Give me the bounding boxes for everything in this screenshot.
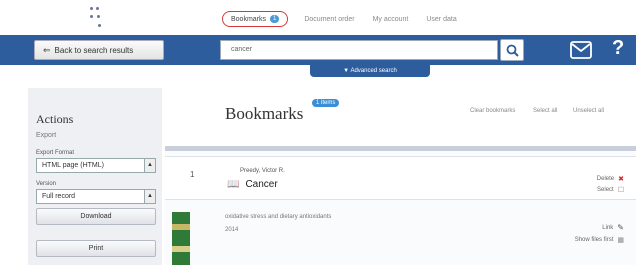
export-format-select[interactable]: HTML page (HTML) ▲ bbox=[36, 158, 156, 173]
page-title: Bookmarks bbox=[225, 104, 304, 123]
search-input[interactable]: cancer bbox=[220, 40, 498, 60]
delete-label: Delete bbox=[596, 176, 615, 182]
help-icon[interactable]: ? bbox=[612, 37, 624, 60]
show-files-label: Show files first bbox=[574, 237, 614, 243]
items-count-badge: 1 items bbox=[312, 99, 340, 107]
bookmark-count-badge: 1 bbox=[270, 15, 280, 23]
back-to-results-label: Back to search results bbox=[54, 45, 134, 55]
topnav-my-account[interactable]: My account bbox=[373, 16, 409, 23]
logo[interactable] bbox=[90, 4, 120, 32]
topnav-document-order[interactable]: Document order bbox=[304, 16, 354, 23]
export-link[interactable]: Export bbox=[36, 132, 56, 139]
record-title[interactable]: 📖 Cancer bbox=[227, 179, 278, 190]
chevron-down-icon: ▲ bbox=[144, 159, 155, 172]
show-files-action[interactable]: Show files first ▦ bbox=[575, 236, 624, 244]
back-to-results-button[interactable]: ⇐ Back to search results bbox=[34, 40, 164, 60]
version-value: Full record bbox=[42, 193, 76, 200]
select-label: Select bbox=[597, 187, 614, 193]
record-author[interactable]: Preedy, Victor R. bbox=[240, 168, 285, 174]
actions-sidebar: Actions Export Export Format HTML page (… bbox=[28, 88, 162, 265]
link-label: Link bbox=[602, 224, 614, 231]
version-select[interactable]: Full record ▲ bbox=[36, 189, 156, 204]
record-number: 1 bbox=[190, 170, 195, 179]
advanced-search-toggle[interactable]: ▼ Advanced search bbox=[310, 65, 430, 77]
select-action[interactable]: Select ☐ bbox=[597, 186, 624, 194]
topnav-bookmarks-label: Bookmarks bbox=[231, 15, 267, 23]
book-cover-thumbnail[interactable] bbox=[172, 212, 190, 265]
delete-action[interactable]: Delete ✖ bbox=[597, 175, 624, 183]
version-label: Version bbox=[36, 181, 57, 187]
actions-title: Actions bbox=[36, 112, 74, 126]
unselect-all-link[interactable]: Unselect all bbox=[573, 108, 604, 114]
search-button[interactable] bbox=[500, 39, 524, 61]
record-year: 2014 bbox=[225, 227, 239, 233]
top-nav: Bookmarks 1 Document order My account Us… bbox=[222, 9, 475, 29]
export-format-value: HTML page (HTML) bbox=[42, 162, 104, 169]
record-title-text: Cancer bbox=[245, 179, 278, 190]
download-button[interactable]: Download bbox=[36, 208, 156, 225]
list-item: 1 Preedy, Victor R. 📖 Cancer Delete ✖ Se… bbox=[165, 156, 636, 200]
link-icon: ✎ bbox=[617, 223, 624, 232]
search-icon bbox=[506, 44, 519, 57]
export-format-label: Export Format bbox=[36, 150, 75, 156]
chevron-down-icon: ▲ bbox=[144, 190, 155, 203]
topnav-user-data[interactable]: User data bbox=[426, 16, 456, 23]
top-strip: Bookmarks 1 Document order My account Us… bbox=[0, 0, 636, 35]
mail-icon[interactable] bbox=[570, 41, 592, 59]
record-subtitle[interactable]: oxidative stress and dietary antioxidant… bbox=[225, 214, 331, 220]
delete-icon: ✖ bbox=[618, 176, 624, 183]
checkbox-icon: ☐ bbox=[617, 187, 624, 194]
back-arrow-icon: ⇐ bbox=[43, 44, 51, 55]
search-bar: ⇐ Back to search results cancer ? bbox=[0, 35, 636, 65]
clear-bookmarks-link[interactable]: Clear bookmarks bbox=[470, 108, 515, 114]
link-action[interactable]: Link ✎ bbox=[602, 223, 624, 232]
print-button[interactable]: Print bbox=[36, 240, 156, 257]
topnav-bookmarks[interactable]: Bookmarks 1 bbox=[222, 11, 289, 27]
book-icon: 📖 bbox=[227, 179, 240, 190]
select-all-link[interactable]: Select all bbox=[533, 108, 557, 114]
grid-icon: ▦ bbox=[617, 237, 624, 244]
